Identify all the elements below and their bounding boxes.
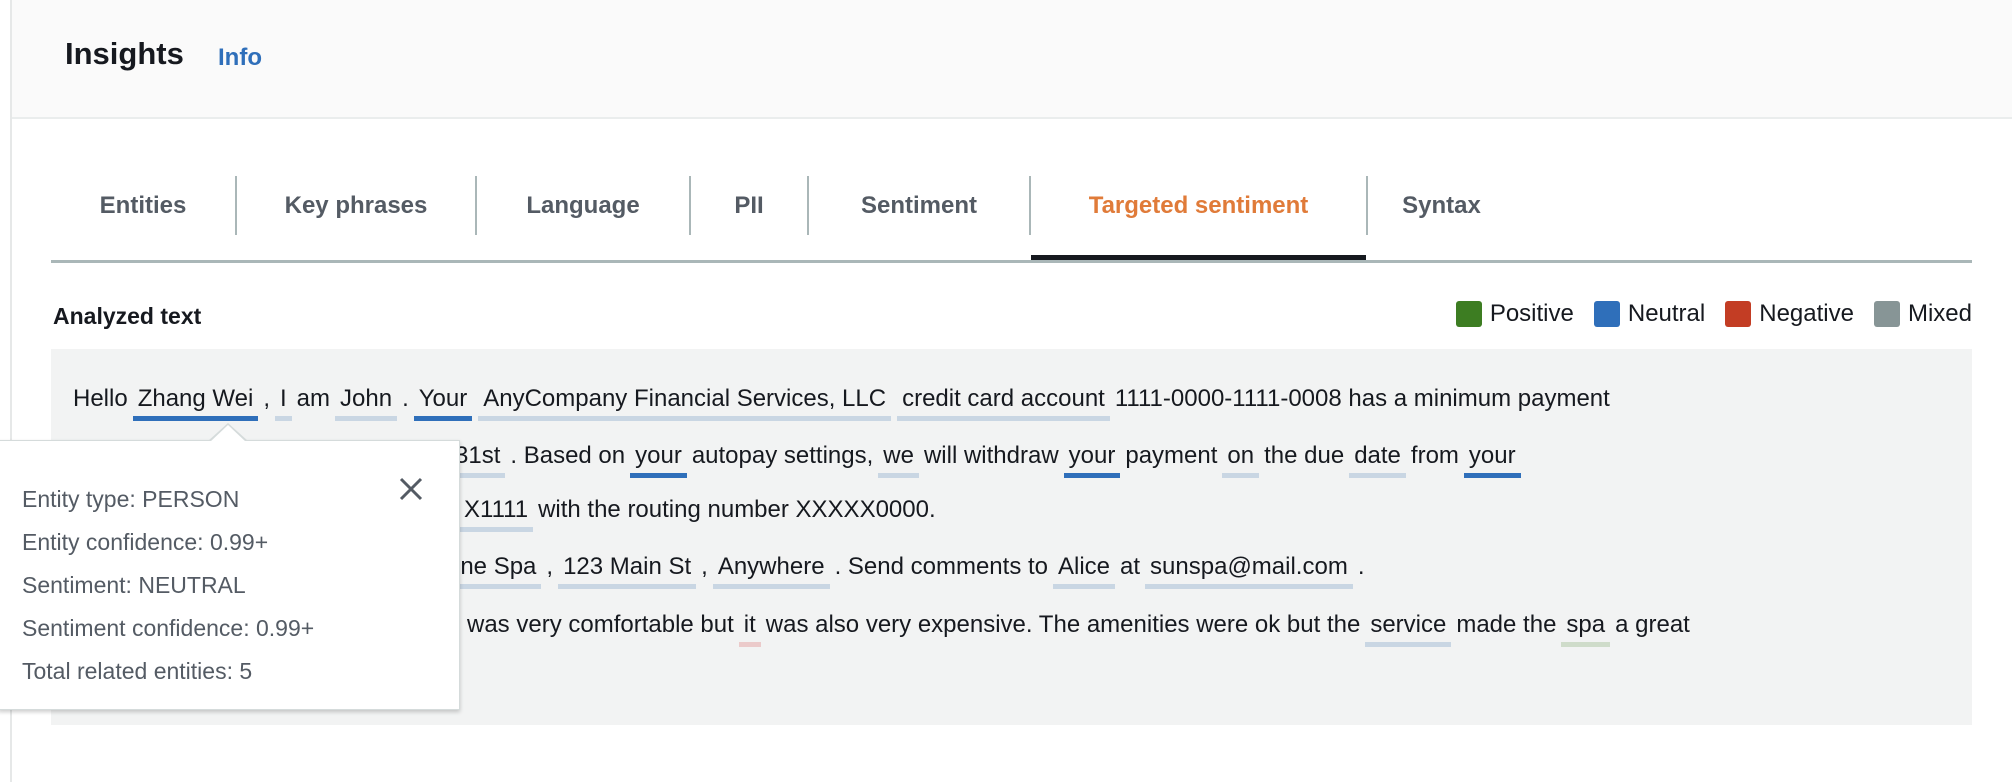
legend-swatch	[1725, 301, 1752, 327]
sentiment-value: Sentiment: NEUTRAL	[22, 572, 246, 598]
entity-neutral[interactable]: X1111	[459, 496, 534, 532]
popover-arrow	[208, 423, 248, 442]
entity-neutral[interactable]: Zhang Wei	[132, 385, 259, 421]
insights-tabs: Entities Key phrases Language PII Sentiment T…	[51, 176, 1972, 263]
entity-popover: Entity type: PERSON Entity confidence: 0…	[0, 423, 460, 710]
entity-neutral[interactable]: service	[1365, 611, 1452, 647]
text-line: X1111 with the routing number XXXXX0000.	[456, 496, 938, 532]
sentiment-legend: Positive Neutral Negative Mixed	[1455, 300, 1972, 328]
plain-text: was very comfortable but	[467, 611, 734, 638]
plain-text: ,	[263, 385, 270, 412]
legend-label: Mixed	[1907, 300, 1972, 327]
entity-positive[interactable]: spa	[1561, 611, 1611, 647]
tab-language[interactable]: Language	[477, 176, 689, 235]
entity-neutral[interactable]: credit card account	[897, 385, 1110, 421]
tab-divider	[807, 176, 809, 235]
entity-neutral[interactable]: ine Spa	[450, 553, 542, 589]
entity-neutral[interactable]: we	[878, 442, 919, 478]
entity-neutral[interactable]: your	[630, 442, 687, 478]
plain-text: made the	[1456, 611, 1557, 638]
text-line: Hello Zhang Wei, Iam John. Your AnyCompany Fi…	[71, 385, 1612, 421]
entity-neutral[interactable]: Your	[413, 385, 473, 421]
plain-text: will withdraw	[923, 442, 1059, 469]
plain-text: .	[402, 385, 409, 412]
legend-label: Positive	[1489, 300, 1574, 327]
plain-text: with the routing number XXXXX0000.	[538, 496, 936, 523]
plain-text: . Based on	[510, 442, 626, 469]
legend-item-mixed: Mixed	[1873, 300, 1972, 328]
entity-neutral[interactable]: John	[335, 385, 398, 421]
tab-key-phrases[interactable]: Key phrases	[237, 176, 475, 235]
tab-pii[interactable]: PII	[691, 176, 807, 235]
legend-label: Neutral	[1627, 300, 1706, 327]
tab-sentiment[interactable]: Sentiment	[809, 176, 1029, 235]
entity-type: Entity type: PERSON	[22, 486, 240, 512]
plain-text: at	[1120, 553, 1141, 580]
plain-text: a great	[1615, 611, 1690, 638]
tab-divider	[1366, 176, 1368, 235]
plain-text: 1111-0000-1111-0008 has a minimum paymen…	[1114, 385, 1610, 412]
legend-swatch	[1455, 301, 1482, 327]
tab-entities[interactable]: Entities	[51, 176, 235, 235]
entity-neutral[interactable]: date	[1349, 442, 1406, 478]
plain-text: Hello	[73, 385, 128, 412]
entity-confidence: Entity confidence: 0.99+	[22, 529, 269, 555]
legend-label: Negative	[1759, 300, 1854, 327]
legend-item-neutral: Neutral	[1593, 300, 1706, 328]
entity-neutral[interactable]: 123 Main St	[558, 553, 697, 589]
plain-text: was also very expensive. The amenities w…	[765, 611, 1361, 638]
entity-neutral[interactable]: your	[1463, 442, 1521, 478]
close-icon[interactable]	[393, 471, 429, 507]
plain-text: . Send comments to	[834, 553, 1048, 580]
tab-targeted-sentiment[interactable]: Targeted sentiment	[1031, 176, 1366, 260]
total-related-entities: Total related entities: 5	[22, 658, 253, 684]
page-title: Insights	[65, 36, 184, 71]
info-link[interactable]: Info	[218, 44, 262, 72]
sentiment-confidence: Sentiment confidence: 0.99+	[22, 615, 315, 641]
plain-text: the due	[1264, 442, 1345, 469]
tab-divider	[1029, 176, 1031, 235]
entity-neutral[interactable]: on	[1222, 442, 1260, 478]
entity-neutral[interactable]: sunspa@mail.com	[1145, 553, 1353, 589]
legend-swatch	[1593, 301, 1620, 327]
analyzed-text-heading: Analyzed text	[53, 303, 202, 329]
plain-text: .	[1357, 553, 1365, 580]
text-line: was very comfortable but it was also very …	[465, 611, 1692, 647]
plain-text: ,	[701, 553, 708, 580]
entity-neutral[interactable]: your	[1063, 442, 1121, 478]
text-line: ine Spa, 123 Main St, Anywhere. Send comme…	[447, 553, 1366, 589]
entity-neutral[interactable]: AnyCompany Financial Services, LLC	[478, 385, 892, 421]
tab-divider	[235, 176, 237, 235]
entity-neutral[interactable]: Alice	[1053, 553, 1116, 589]
text-line: 31st. Based on your autopay settings, we wil…	[447, 442, 1524, 478]
plain-text: from	[1410, 442, 1459, 469]
plain-text: autopay settings,	[691, 442, 874, 469]
plain-text: ,	[546, 553, 554, 580]
tab-divider	[689, 176, 691, 235]
page-header: Insights Info	[12, 0, 2012, 119]
entity-negative[interactable]: it	[738, 611, 761, 647]
tab-divider	[475, 176, 477, 235]
plain-text: am	[296, 385, 331, 412]
entity-neutral[interactable]: I	[275, 385, 292, 421]
plain-text: payment	[1125, 442, 1218, 469]
entity-neutral[interactable]: Anywhere	[712, 553, 830, 589]
tab-syntax[interactable]: Syntax	[1368, 176, 1515, 235]
legend-item-negative: Negative	[1725, 300, 1854, 328]
legend-item-positive: Positive	[1455, 300, 1574, 328]
legend-swatch	[1873, 301, 1900, 327]
